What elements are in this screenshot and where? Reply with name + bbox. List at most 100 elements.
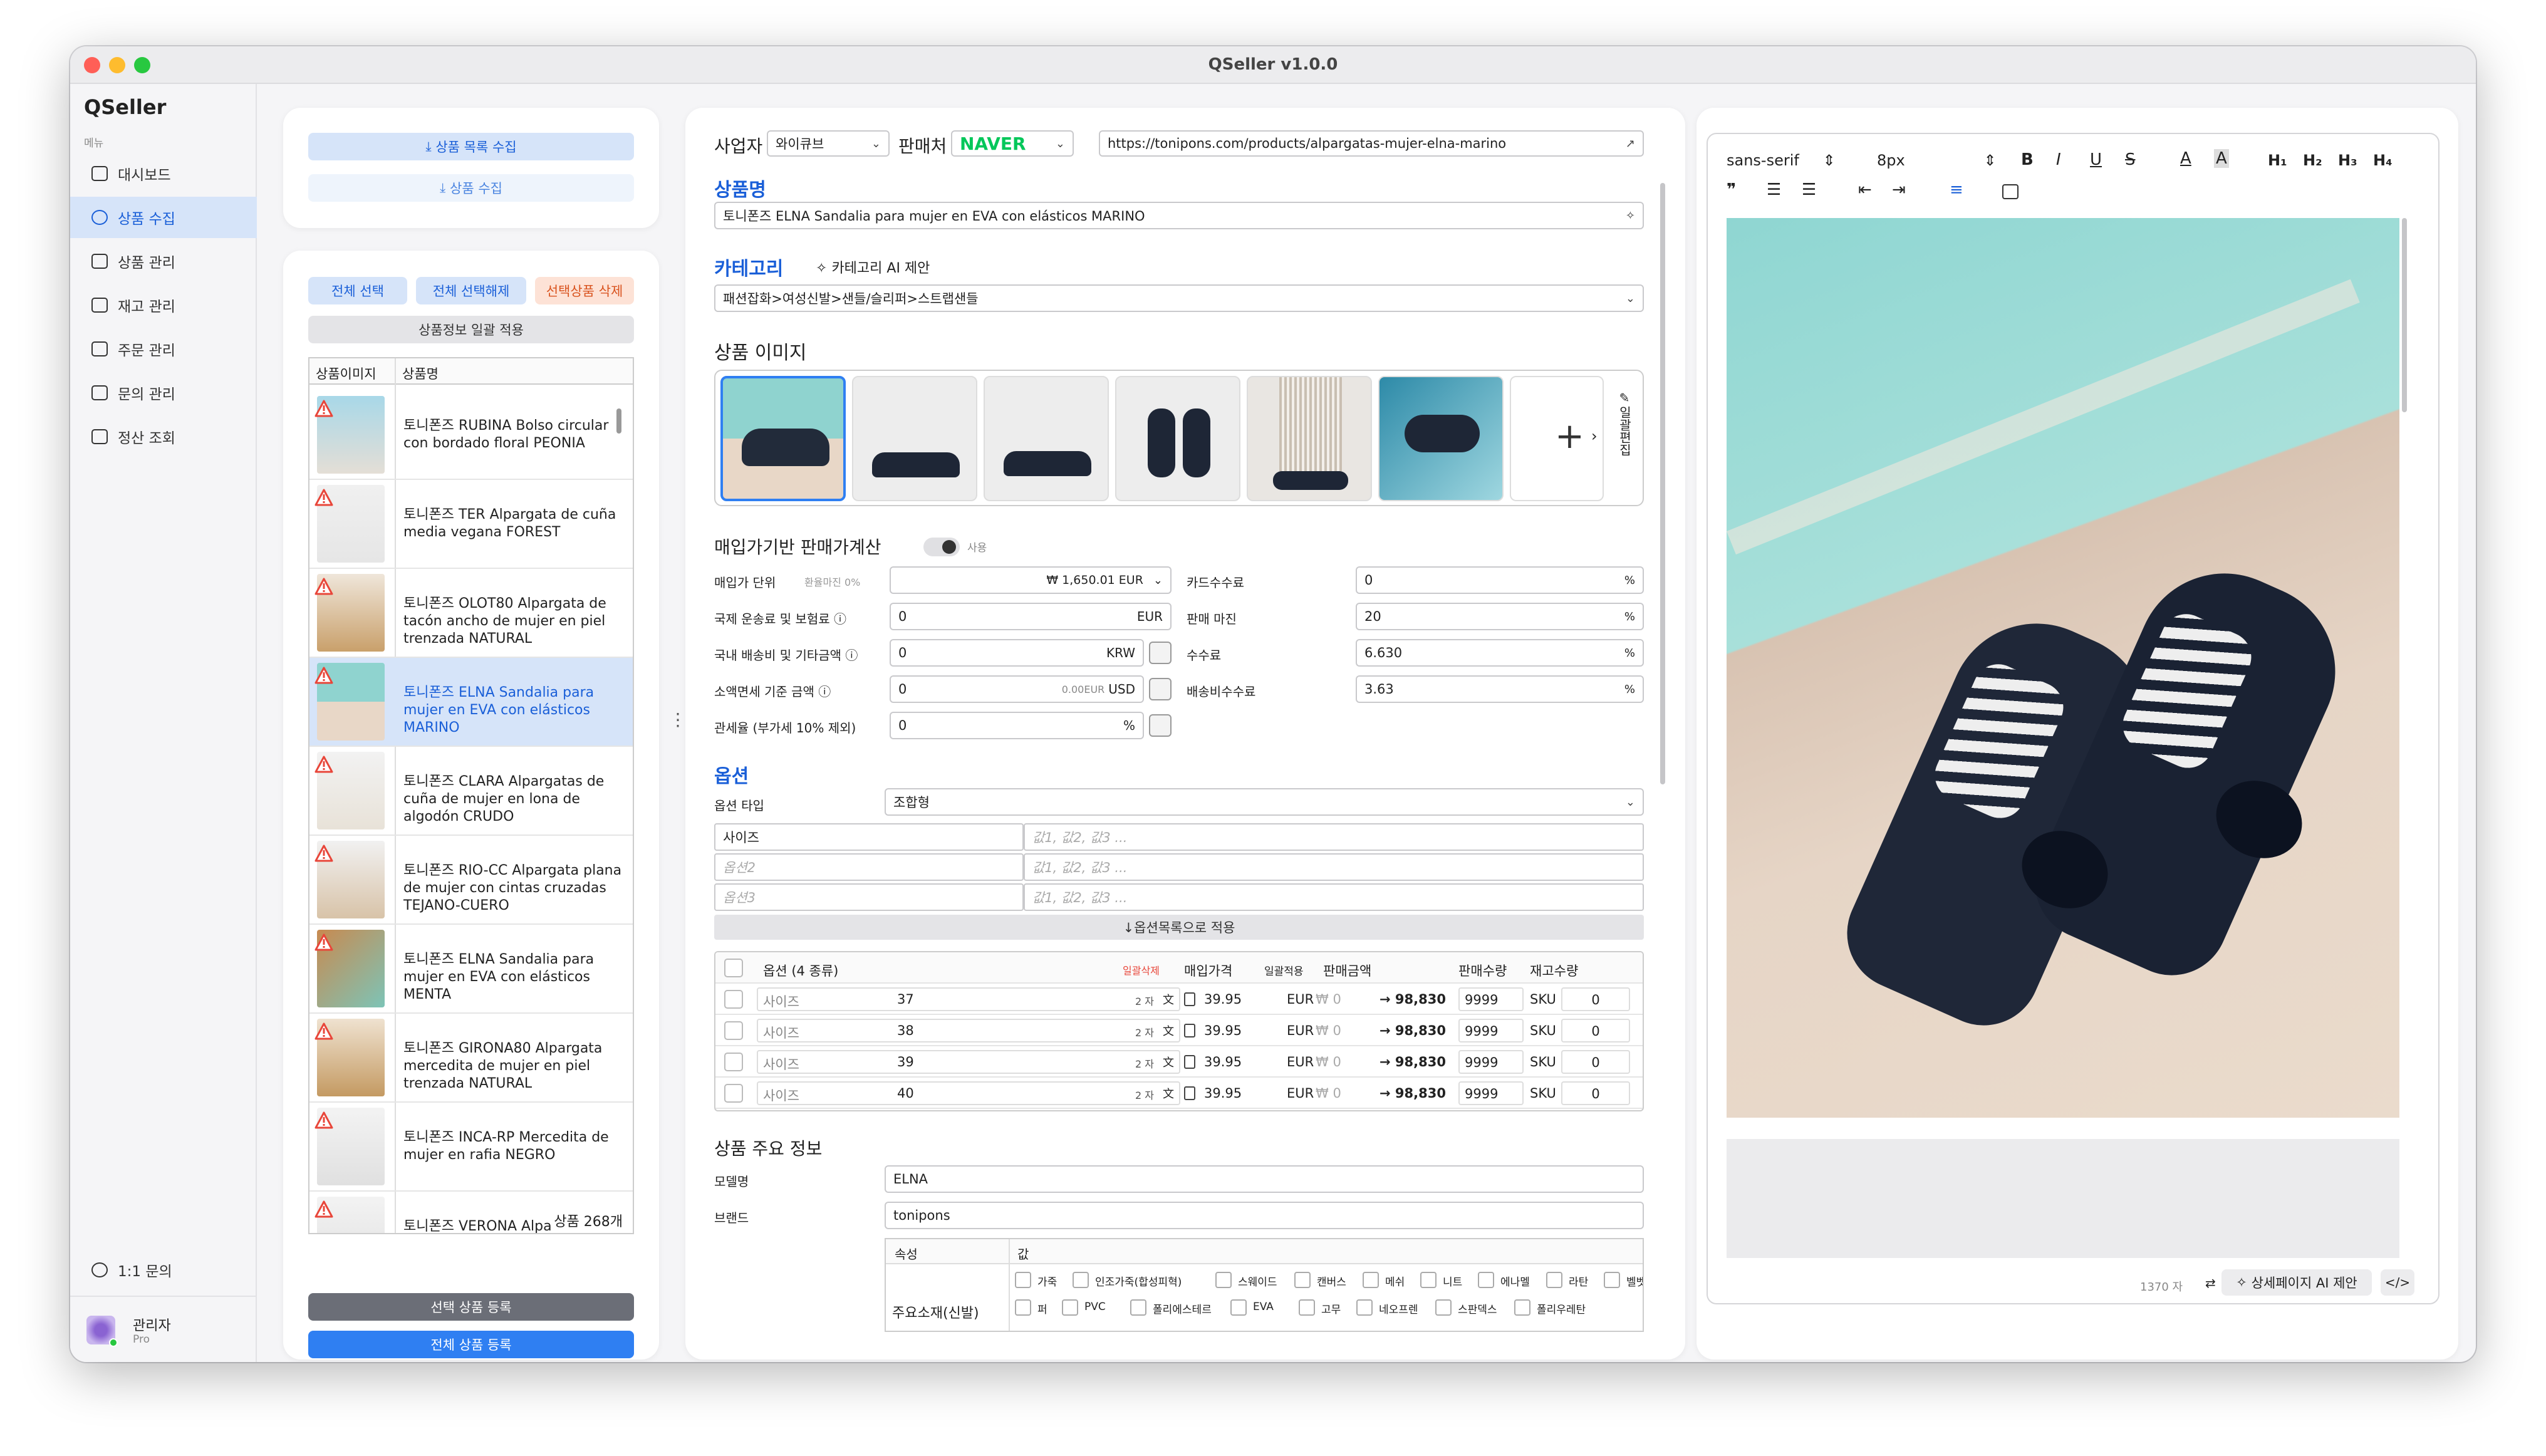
material-checkbox[interactable] [1514,1299,1530,1316]
translate-icon[interactable]: 文 [1163,991,1174,1007]
category-select[interactable]: 패션잡화>여성신발>샌들/슬리퍼>스트랩샌들 ⌄ [714,284,1644,312]
translate-icon[interactable]: 文 [1163,1085,1174,1101]
ship-fee-input[interactable]: 3.63% [1356,675,1644,703]
sell-price-input[interactable]: ₩ 0 [1316,1023,1341,1038]
option-row-checkbox[interactable] [724,1053,743,1071]
material-checkbox[interactable] [1546,1272,1562,1288]
unit-select[interactable]: ₩ 1,650.01 EUR ⌄ [890,566,1172,594]
add-image-button[interactable]: + › [1510,376,1604,501]
list-item[interactable]: 토니폰즈 INCA-RP Mercedita de mujer en rafia… [309,1103,633,1192]
apply-options-button[interactable]: ↓옵션목록으로 적용 [714,915,1644,940]
underline-icon[interactable]: U [2090,150,2102,169]
list-item[interactable]: 토니폰즈 GIRONA80 Alpargata mercedita de muj… [309,1014,633,1103]
stock-input[interactable]: 0 [1561,987,1630,1011]
translate-icon[interactable]: ⇄ [2205,1276,2216,1291]
form-scrollbar[interactable] [1660,183,1665,784]
seller-select[interactable]: NAVER ⌄ [951,130,1074,157]
dutyfree-input[interactable]: 0 0.00EUR USD [890,675,1144,703]
option-value-input[interactable] [757,1081,1180,1105]
quote-icon[interactable]: ❞ [1727,180,1736,199]
stock-input[interactable]: 0 [1561,1019,1630,1043]
material-checkbox[interactable] [1015,1272,1031,1288]
outdent-icon[interactable]: ⇤ [1858,180,1872,199]
margin-input[interactable]: 20% [1356,603,1644,630]
calculator-icon[interactable] [1184,1086,1195,1100]
sidebar-item-collect[interactable]: 상품 수집 [70,197,257,238]
sell-qty-input[interactable]: 9999 [1458,987,1524,1011]
fee-input[interactable]: 6.630% [1356,639,1644,667]
translate-icon[interactable]: 文 [1163,1022,1174,1039]
image-thumb-5[interactable] [1247,376,1372,501]
collect-item-button[interactable]: ⤓ 상품 수집 [308,174,634,202]
material-checkbox[interactable] [1215,1272,1232,1288]
option-name-input-2[interactable]: 옵션2 [714,853,1024,881]
card-fee-input[interactable]: 0% [1356,566,1644,594]
option-value-input[interactable] [757,1050,1180,1074]
sell-qty-input[interactable]: 9999 [1458,1050,1524,1074]
user-profile[interactable]: 관리자 Pro [70,1296,256,1362]
material-checkbox[interactable] [1073,1272,1089,1288]
material-checkbox[interactable] [1130,1299,1146,1316]
product-name-input[interactable]: 토니폰즈 ELNA Sandalia para mujer en EVA con… [714,202,1644,229]
material-checkbox[interactable] [1299,1299,1315,1316]
list-item[interactable]: 토니폰즈 RUBINA Bolso circular con bordado f… [309,391,633,480]
select-all-button[interactable]: 전체 선택 [308,277,407,304]
calculator-icon[interactable] [1149,678,1172,700]
image-insert-icon[interactable] [2002,184,2019,199]
calculator-icon[interactable] [1184,1024,1195,1037]
editor-scrollbar[interactable] [2402,218,2407,412]
sell-price-input[interactable]: ₩ 0 [1316,992,1341,1007]
heading4-icon[interactable]: H₄ [2373,152,2393,169]
material-checkbox[interactable] [1478,1272,1494,1288]
translate-icon[interactable]: 文 [1163,1054,1174,1070]
business-select[interactable]: 와이큐브 ⌄ [767,130,890,157]
sidebar-item-orders[interactable]: 주문 관리 [70,328,257,370]
list-item[interactable]: 토니폰즈 ELNA Sandalia para mujer en EVA con… [309,658,633,747]
stock-input[interactable]: 0 [1561,1081,1630,1105]
italic-icon[interactable]: I [2056,150,2061,169]
heading2-icon[interactable]: H₂ [2303,152,2322,169]
calculator-icon[interactable] [1184,992,1195,1006]
material-checkbox[interactable] [1015,1299,1031,1316]
stock-input[interactable]: 0 [1561,1050,1630,1074]
calculator-icon[interactable] [1149,714,1172,737]
category-ai-button[interactable]: ✧ 카테고리 AI 제안 [816,257,930,277]
option-name-input-1[interactable]: 사이즈 [714,823,1024,851]
list-item[interactable]: 토니폰즈 CLARA Alpargatas de cuña de mujer e… [309,747,633,836]
image-thumb-6[interactable] [1378,376,1504,501]
option-value-input[interactable] [757,1019,1180,1043]
opt-bulk-delete[interactable]: 일괄삭제 [1123,962,1160,977]
deselect-all-button[interactable]: 전체 선택해제 [416,277,526,304]
bulk-edit-button[interactable]: ✎ 일괄편집 [1615,390,1634,460]
list-scrollbar[interactable] [616,408,621,434]
option-values-input-1[interactable]: 값1, 값2, 값3 ... [1024,823,1644,851]
option-values-input-2[interactable]: 값1, 값2, 값3 ... [1024,853,1644,881]
strikethrough-icon[interactable]: S [2125,150,2136,169]
calculator-icon[interactable] [1184,1055,1195,1069]
material-checkbox[interactable] [1604,1272,1620,1288]
domestic-input[interactable]: 0 KRW [890,639,1144,667]
highlight-icon[interactable]: A [2214,149,2229,168]
bold-icon[interactable]: B [2021,150,2034,169]
url-input[interactable]: https://tonipons.com/products/alpargatas… [1099,130,1644,157]
tariff-input[interactable]: 0% [890,712,1144,739]
bulk-apply-button[interactable]: 상품정보 일괄 적용 [308,316,634,343]
option-value-input[interactable] [757,987,1180,1011]
option-values-input-3[interactable]: 값1, 값2, 값3 ... [1024,883,1644,911]
product-main-image[interactable] [1727,218,2399,1118]
sparkle-icon[interactable]: ✧ [1626,209,1635,222]
splitter-handle-left[interactable]: ⋮ [669,709,687,730]
list-item[interactable]: 토니폰즈 ELNA Sandalia para mujer en EVA con… [309,925,633,1014]
sidebar-item-products[interactable]: 상품 관리 [70,241,257,282]
font-size-select[interactable]: 8px ⇕ [1877,152,1996,169]
option-name-input-3[interactable]: 옵션3 [714,883,1024,911]
ai-detail-button[interactable]: ✧ 상세페이지 AI 제안 [2221,1269,2372,1296]
image-thumb-1[interactable] [720,376,846,501]
register-selected-button[interactable]: 선택 상품 등록 [308,1293,634,1321]
sell-price-input[interactable]: ₩ 0 [1316,1086,1341,1101]
sidebar-item-support[interactable]: 1:1 문의 [70,1249,257,1291]
material-checkbox[interactable] [1420,1272,1437,1288]
code-view-icon[interactable]: </> [2381,1269,2414,1296]
option-select-all-checkbox[interactable] [724,959,743,977]
bullet-list-icon[interactable]: ☰ [1802,180,1816,199]
